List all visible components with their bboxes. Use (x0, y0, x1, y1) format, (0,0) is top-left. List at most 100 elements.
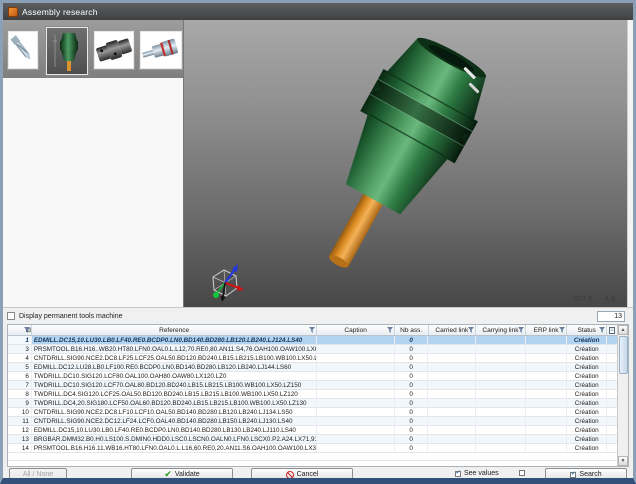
column-header-nb_ass[interactable]: Nb ass. (395, 325, 429, 335)
table-row[interactable]: 4CNTDRILL.SIG90.NCE2.DC8.LF25.LCF25.OAL5… (8, 354, 617, 363)
cell-carrying (476, 381, 526, 389)
cancel-button[interactable]: Cancel (251, 468, 353, 481)
table-row[interactable]: 9TWDRILL.DC4,20.SIG180.LCF50.OAL60.BD120… (8, 399, 617, 408)
table-row[interactable]: 6TWDRILL.DC10.SIG120.LCF80.OAL100.OAH80.… (8, 372, 617, 381)
cell-nb_ass: 0 (395, 426, 429, 434)
cell-reference: CNTDRILL.SIG90.NCE2.DC8.LF25.LCF25.OAL50… (32, 354, 318, 362)
cell-nb_ass: 0 (395, 444, 429, 452)
table-row[interactable]: 10CNTDRILL.SIG90.NCE2.DC8.LF10.LCF10.OAL… (8, 408, 617, 417)
cell-erp (526, 381, 568, 389)
cell-reference: EDMILL.DC15,10.LU30.LB0.LF40.RE0.BCDP0.L… (32, 426, 318, 434)
cell-caption (317, 444, 394, 452)
cell-options (607, 381, 617, 389)
cell-id: 5 (8, 363, 32, 371)
table-row[interactable]: 3PRSMTOOL.B16.H16..WB20.HT80.LFN0.OAL0.L… (8, 345, 617, 354)
cell-carried (428, 390, 476, 398)
cell-options (607, 408, 617, 416)
see-values-checkbox[interactable]: ✔ See values (455, 470, 499, 477)
cell-caption (317, 417, 394, 425)
table-row[interactable]: 7TWDRILL.DC10.SIG120.LCF70.OAL80.BD120.B… (8, 381, 617, 390)
cell-status: Création (567, 372, 607, 380)
cell-status: Création (567, 399, 607, 407)
column-header-caption[interactable]: Caption (317, 325, 394, 335)
filter-icon[interactable] (387, 327, 393, 333)
cell-reference: PRSMTOOL.B16.H16..WB20.HT80.LFN0.OAL0.L.… (32, 345, 318, 353)
column-header-carrying[interactable]: Carrying link (476, 325, 526, 335)
cell-carrying (476, 444, 526, 452)
filter-icon[interactable] (309, 327, 315, 333)
column-header-options[interactable] (607, 325, 617, 335)
filter-icon[interactable] (468, 327, 474, 333)
column-header-carried[interactable]: Carried link (429, 325, 477, 335)
all-none-button[interactable]: All / None (9, 468, 67, 481)
display-permanent-tools-label[interactable]: Display permanent tools machine (19, 313, 123, 320)
steel-assembly-icon (140, 31, 182, 69)
cell-reference: TWDRILL.DC4.SIG120.LCF25.OAL50.BD120.BD2… (32, 390, 318, 398)
cell-erp (526, 408, 568, 416)
table-row[interactable]: 12EDMILL.DC15,10.LU30.LB0.LF40.RE0.BCDP0… (8, 426, 617, 435)
cell-status: Création (567, 354, 607, 362)
scrollbar-thumb[interactable] (619, 336, 628, 374)
cursor-coordinates: -207,54,9 (559, 294, 615, 303)
empty-row (8, 453, 617, 461)
cell-carried (428, 408, 476, 416)
cell-nb_ass: 0 (395, 363, 429, 371)
extra-checkbox[interactable] (519, 470, 525, 476)
cell-status: Création (567, 417, 607, 425)
cell-nb_ass: 0 (395, 390, 429, 398)
cell-nb_ass: 0 (395, 408, 429, 416)
cell-erp (526, 444, 568, 452)
table-row[interactable]: 1EDMILL.DC15,10.LU30.LB0.LF40.RE0.BCDP0.… (8, 336, 617, 345)
cell-id: 4 (8, 354, 32, 362)
table-row[interactable]: 5EDMILL.DC12.LU28.LB0.LF100.RE0.BCDP0.LN… (8, 363, 617, 372)
cell-status: Création (567, 444, 607, 452)
search-button[interactable]: ✔ Search (545, 468, 627, 481)
filter-icon[interactable] (559, 327, 565, 333)
cell-erp (526, 354, 568, 362)
column-header-id[interactable]: Id (8, 325, 32, 335)
cell-options (607, 417, 617, 425)
cell-status: Création (567, 381, 607, 389)
scroll-up-button[interactable]: ▲ (618, 325, 628, 335)
viewport-3d[interactable]: -207,54,9 (184, 20, 627, 307)
thumbnail-dark-metal-coupling[interactable] (93, 30, 135, 70)
cell-reference: TWDRILL.DC10.SIG120.LCF70.OAL80.BD120.BD… (32, 381, 318, 389)
scroll-down-button[interactable]: ▼ (618, 456, 628, 466)
cell-id: 3 (8, 345, 32, 353)
filter-icon[interactable] (599, 327, 605, 333)
cell-reference: PRSMTOOL.B16.H16.11.WB16.HT80.LFN0.OAL0.… (32, 444, 318, 452)
thumbnail-green-tool-holder[interactable] (45, 26, 89, 76)
display-permanent-tools-checkbox[interactable] (7, 312, 15, 320)
cell-status: Création (567, 435, 607, 443)
table-row[interactable]: 14PRSMTOOL.B16.H16.11.WB16.HT80.LFN0.OAL… (8, 444, 617, 453)
column-header-reference[interactable]: Reference (32, 325, 318, 335)
column-header-status[interactable]: Status (567, 325, 607, 335)
column-header-erp[interactable]: ERP link (526, 325, 568, 335)
cell-options (607, 345, 617, 353)
cell-status: Création (567, 336, 607, 344)
cell-nb_ass: 0 (395, 435, 429, 443)
results-panel: Display permanent tools machine 13 IdRef… (3, 307, 633, 481)
cell-id: 1 (8, 336, 32, 344)
cell-carried (428, 372, 476, 380)
orientation-triad-icon[interactable] (196, 261, 256, 307)
table-row[interactable]: 11CNTDRILL.SIG90.NCE2.DC12.LF24.LCF0.OAL… (8, 417, 617, 426)
vertical-scrollbar[interactable]: ▲ ▼ (617, 325, 628, 466)
filter-icon[interactable] (24, 327, 30, 333)
cell-erp (526, 417, 568, 425)
cell-nb_ass: 0 (395, 372, 429, 380)
table-row[interactable]: 8TWDRILL.DC4.SIG120.LCF25.OAL50.BD120.BD… (8, 390, 617, 399)
cell-id: 11 (8, 417, 32, 425)
filter-icon[interactable] (518, 327, 524, 333)
cell-reference: TWDRILL.DC10.SIG120.LCF80.OAL100.OAH80.O… (32, 372, 318, 380)
cell-status: Création (567, 345, 607, 353)
cell-erp (526, 399, 568, 407)
cell-carried (428, 417, 476, 425)
validate-button[interactable]: ✔ Validate (131, 468, 233, 481)
thumbnail-steel-drill-tool[interactable] (7, 30, 39, 70)
table-row[interactable]: 13BRGBAR.DMM32.B0.H0.LS100.S.DMIN0.HDD0.… (8, 435, 617, 444)
thumbnail-steel-assembly[interactable] (139, 30, 183, 70)
cell-reference: TWDRILL.DC4,20.SIG180.LCF50.OAL60.BD120.… (32, 399, 318, 407)
see-values-check-icon: ✔ (455, 471, 461, 477)
title-bar[interactable]: Assembly research (3, 3, 633, 20)
